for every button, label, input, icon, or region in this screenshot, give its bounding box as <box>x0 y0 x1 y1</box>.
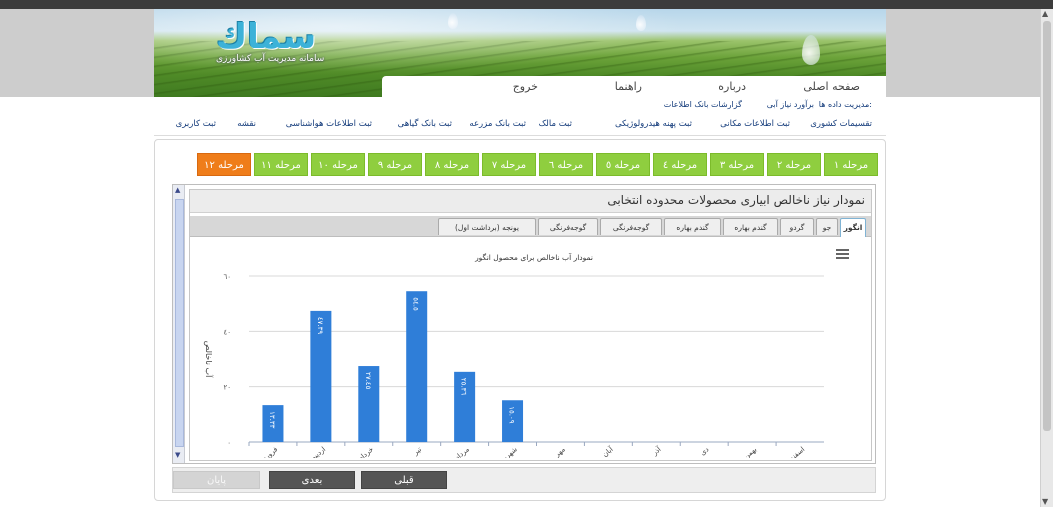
tab-barley[interactable]: جو <box>816 218 838 235</box>
sub-nav-weather[interactable]: ثبت اطلاعات هواشناسی <box>286 119 372 129</box>
bar-value-label: ۱٥.۰۹ <box>508 406 516 424</box>
crop-tabs: انگور جو گردو گندم بهاره گندم بهاره گوجه… <box>190 216 871 237</box>
chart-title: نمودار آب ناخالص برای محصول انگور <box>474 252 593 262</box>
next-button[interactable]: بعدی <box>269 471 355 489</box>
sub-nav-data-entry: تقسیمات کشوری ثبت اطلاعات مکانی ثبت پهنه… <box>154 119 886 133</box>
content-frame: ▲ ▼ نمودار نیاز ناخالص ابیاری محصولات مح… <box>172 184 876 464</box>
nav-home[interactable]: صفحه اصلی <box>803 80 860 93</box>
frame-scrollbar[interactable]: ▲ ▼ <box>173 185 185 463</box>
tab-spring-wheat-1[interactable]: گندم بهاره <box>723 218 778 235</box>
water-chart: نمودار آب ناخالص برای محصول انگور ۰ ۲۰ ٤۰ ٦۰… <box>194 240 866 458</box>
tab-grape[interactable]: انگور <box>840 218 866 237</box>
step-bar: مرحله ۱ مرحله ۲ مرحله ۳ مرحله ٤ مرحله ٥ … <box>182 153 878 176</box>
sub-nav-reports[interactable]: گزارشات بانک اطلاعات <box>664 100 742 109</box>
chart-panel: نمودار نیاز ناخالص ابیاری محصولات محدوده… <box>189 189 872 461</box>
sub-nav-divisions[interactable]: تقسیمات کشوری <box>810 119 872 129</box>
x-tick-label: بهمن <box>742 445 758 458</box>
water-drop-icon <box>448 13 458 29</box>
sub-nav-hydrology[interactable]: ثبت پهنه هیدرولوژیکی <box>615 119 692 129</box>
tab-alfalfa[interactable]: یونجه (برداشت اول) <box>438 218 536 235</box>
window-scrollbar-thumb[interactable] <box>1043 21 1051 431</box>
y-axis-label: آب ناخالص <box>204 341 214 378</box>
sub-nav-label: مدیریت داده ها: <box>818 100 872 109</box>
y-tick-label: ٦۰ <box>223 273 231 281</box>
step-6[interactable]: مرحله ٦ <box>539 153 593 176</box>
sub-nav-map[interactable]: نقشه <box>237 119 256 129</box>
browser-top-bar <box>0 0 1053 9</box>
x-tick-label: آذر <box>650 444 664 458</box>
sub-nav-plant-bank[interactable]: ثبت بانک گیاهی <box>398 119 452 129</box>
x-tick-label: مهر <box>553 445 567 458</box>
finish-button[interactable]: پایان <box>173 471 260 489</box>
step-12-active[interactable]: مرحله ۱۲ <box>197 153 251 176</box>
wizard-buttons: پایان بعدی قبلی <box>172 467 876 493</box>
step-1[interactable]: مرحله ۱ <box>824 153 878 176</box>
scroll-down-icon[interactable]: ▼ <box>1042 497 1048 506</box>
x-tick-label: اسفند <box>788 445 806 458</box>
sub-nav-owner[interactable]: ثبت مالک <box>539 119 572 129</box>
step-11[interactable]: مرحله ۱۱ <box>254 153 308 176</box>
x-tick-label: دی <box>699 445 711 457</box>
bar-value-label: ۱۳.۳۳ <box>268 411 276 429</box>
y-tick-label: ٤۰ <box>223 328 231 336</box>
frame-scrollbar-thumb[interactable] <box>175 199 184 447</box>
x-tick-label: شهریور <box>496 445 519 458</box>
y-tick-label: ۰ <box>227 439 231 447</box>
step-10[interactable]: مرحله ۱۰ <box>311 153 365 176</box>
sub-nav-location[interactable]: ثبت اطلاعات مکانی <box>720 119 790 129</box>
tab-tomato-2[interactable]: گوجه‌فرنگی <box>538 218 598 235</box>
chart-svg: نمودار آب ناخالص برای محصول انگور ۰ ۲۰ ٤۰ ٦۰… <box>204 252 824 458</box>
x-tick-label: تیر <box>411 445 423 457</box>
water-drop-icon <box>636 15 646 31</box>
tab-tomato-1[interactable]: گوجه‌فرنگی <box>600 218 662 235</box>
tab-walnut[interactable]: گردو <box>780 218 814 235</box>
main-nav: صفحه اصلی درباره راهنما خروج <box>382 76 886 97</box>
tab-spring-wheat-2[interactable]: گندم بهاره <box>664 218 721 235</box>
bar-value-label: ٥٤.٥ <box>412 297 420 311</box>
panel-title: نمودار نیاز ناخالص ابیاری محصولات محدوده… <box>607 193 865 207</box>
sub-nav-land-use[interactable]: ثبت کاربری <box>176 119 216 129</box>
chart-menu-icon[interactable] <box>836 249 849 259</box>
prev-button[interactable]: قبلی <box>361 471 447 489</box>
header-banner: سماك سامانه مدیریت آب کشاورزی صفحه اصلی … <box>154 9 886 97</box>
x-tick-label: آبان <box>600 444 615 458</box>
nav-help[interactable]: راهنما <box>615 80 642 93</box>
frame-scroll-down-icon[interactable]: ▼ <box>175 451 180 459</box>
step-9[interactable]: مرحله ۹ <box>368 153 422 176</box>
step-3[interactable]: مرحله ۳ <box>710 153 764 176</box>
window-scrollbar[interactable]: ▲ ▼ <box>1040 9 1053 507</box>
x-tick-label: اردیبهشت <box>300 445 327 458</box>
x-tick-label: مرداد <box>454 445 471 458</box>
x-tick-label: خرداد <box>357 445 375 458</box>
bar-value-label: ۲۷.٤٥ <box>364 372 372 390</box>
step-7[interactable]: مرحله ۷ <box>482 153 536 176</box>
sub-nav-water-estimate[interactable]: برآورد نیاز آبی <box>767 100 814 109</box>
chart-bar <box>406 291 428 442</box>
app-logo[interactable]: سماك <box>216 17 316 57</box>
app-logo-subtitle: سامانه مدیریت آب کشاورزی <box>216 54 325 64</box>
step-4[interactable]: مرحله ٤ <box>653 153 707 176</box>
frame-scroll-up-icon[interactable]: ▲ <box>175 186 180 194</box>
bar-value-label: ٤۷.۳۹ <box>316 317 324 335</box>
nav-logout[interactable]: خروج <box>513 80 538 93</box>
sub-nav-farm-bank[interactable]: ثبت بانک مزرعه <box>469 119 526 129</box>
nav-about[interactable]: درباره <box>718 80 746 93</box>
wizard-panel: مرحله ۱ مرحله ۲ مرحله ۳ مرحله ٤ مرحله ٥ … <box>154 139 886 501</box>
panel-title-bar: نمودار نیاز ناخالص ابیاری محصولات محدوده… <box>190 190 871 213</box>
x-tick-label: فروردین <box>255 445 279 458</box>
step-2[interactable]: مرحله ۲ <box>767 153 821 176</box>
step-8[interactable]: مرحله ۸ <box>425 153 479 176</box>
y-tick-label: ۲۰ <box>223 384 231 392</box>
step-5[interactable]: مرحله ٥ <box>596 153 650 176</box>
sub-nav-primary: مدیریت داده ها: برآورد نیاز آبی گزارشات … <box>154 100 886 114</box>
site-container: سماك سامانه مدیریت آب کشاورزی صفحه اصلی … <box>154 9 886 507</box>
bar-value-label: ۲٥.۳٦ <box>460 378 468 396</box>
scroll-up-icon[interactable]: ▲ <box>1042 9 1048 18</box>
